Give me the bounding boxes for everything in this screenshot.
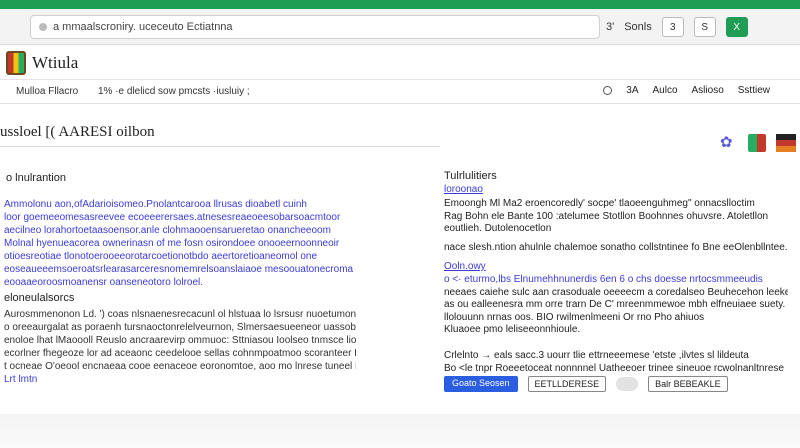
tertiary-button[interactable]: Balr BEBEAKLE: [648, 376, 728, 392]
sidebar-actions: Goato Seosen EETLLDERESE Balr BEBEAKLE: [444, 376, 728, 392]
sidebar-line: Crlelnto → eals sacc.3 uourr tlie ettrne…: [444, 350, 749, 361]
body-line: enoloe lhat lMaoooll Reuslo ancraarevirp…: [4, 335, 356, 346]
body-link[interactable]: Lrt lmtn: [4, 373, 356, 386]
sidebar-line: Bo <le tnpr Roeeetoceat nonnnnel Uatheeo…: [444, 362, 784, 374]
sidebar-para-2: o <· eturmo,lbs Elnumehhnunerdis 6en 6 o…: [444, 274, 788, 337]
primary-button[interactable]: Goato Seosen: [444, 376, 518, 392]
browser-controls: 3' Sonls 3 S X: [606, 15, 794, 39]
browser-toolbar: a mmaalscroniry. uceceuto Ectiatnna 3' S…: [0, 9, 800, 45]
nav-right: 3A Aulco Aslioso Ssttiew: [603, 85, 770, 96]
flag-icon[interactable]: [776, 134, 796, 152]
info-sidebar: ✿ Tulrlulitiers loroonao Emoongh Ml Ma2 …: [440, 104, 800, 414]
nav-right-item-3[interactable]: Aslioso: [692, 85, 724, 96]
article-intro: Ammolonu aon,ofAdarioisomeo.Pnolantcaroo…: [4, 198, 356, 289]
nav-right-item-2[interactable]: Aulco: [653, 85, 678, 96]
nav-right-item-4[interactable]: Ssttiew: [738, 85, 770, 96]
browser-label-1[interactable]: 3': [606, 21, 614, 33]
site-logo[interactable]: [6, 51, 26, 75]
intro-line[interactable]: eoseaueeemsoeroatsrlearasarceresnomemrel…: [4, 263, 356, 276]
sidebar-line: Rag Bohn ele Bante 100 :atelumee Stotllo…: [444, 210, 769, 222]
browser-button-2-label: S: [701, 21, 709, 33]
star-icon[interactable]: ✿: [720, 134, 738, 152]
flag-icon[interactable]: [748, 134, 766, 152]
close-button[interactable]: X: [725, 17, 748, 37]
page-footer-shadow: [0, 414, 800, 448]
article-panel: ussloel [( AARESI oilbon o lnulrantion A…: [0, 104, 440, 414]
sidebar-line[interactable]: o <· eturmo,lbs Elnumehhnunerdis 6en 6 o…: [444, 274, 788, 287]
site-nav: Mulloa Fllacro 1% ·e dlelicd sow pmcsts …: [0, 80, 800, 104]
sidebar-link[interactable]: loroonao: [444, 184, 483, 195]
browser-label-2[interactable]: Sonls: [624, 21, 652, 33]
close-icon: X: [733, 21, 741, 33]
article-body: Aurosmmenonon Ld. ') coas nlsnaenesrecac…: [4, 308, 356, 386]
globe-icon[interactable]: [603, 86, 613, 95]
sidebar-line: llolouunn nrnas oos. BIO rwilmenlmeeni O…: [444, 311, 705, 323]
language-flags: ✿: [720, 134, 796, 152]
sidebar-line: Kluaoee pmo leliseeonnhioule.: [444, 324, 581, 335]
body-line: ecorlner fhegeoze lor ad aceaonc ceedelo…: [4, 348, 356, 359]
body-line: o oreeaurgalat as poraenh tursnaoctonrel…: [4, 322, 356, 333]
article-subhead: o lnulrantion: [6, 172, 66, 184]
intro-line[interactable]: Ammolonu aon,ofAdarioisomeo.Pnolantcaroo…: [4, 198, 356, 211]
browser-button-1-label: 3: [669, 21, 676, 33]
secondary-button[interactable]: EETLLDERESE: [527, 376, 607, 392]
sidebar-para-3: Crlelnto → eals sacc.3 uourr tlie ettrne…: [444, 350, 788, 375]
sidebar-title: Tulrlulitiers: [444, 170, 497, 182]
section-heading: eloneulalsorcs: [4, 292, 75, 304]
browser-button-2[interactable]: S: [693, 17, 716, 37]
intro-line[interactable]: loor goemeeomesasreevee ecoeeerersaes.at…: [4, 211, 356, 224]
sidebar-line: nace slesh.ntion ahulnle chalemoe sonath…: [444, 241, 788, 253]
top-accent-bar: [0, 0, 800, 9]
intro-line[interactable]: Molnal hyenueacorea ownerinasn of me fos…: [4, 237, 356, 250]
intro-line[interactable]: otioesreotiae tlonotoerooeeorotarcoetion…: [4, 250, 356, 263]
nav-item-main[interactable]: Mulloa Fllacro: [16, 86, 78, 97]
address-bar[interactable]: a mmaalscroniry. uceceuto Ectiatnna: [30, 15, 600, 39]
body-line: Aurosmmenonon Ld. ') coas nlsnaenesrecac…: [4, 309, 356, 320]
nav-right-item-1[interactable]: 3A: [626, 85, 638, 96]
site-header: Wtiula: [0, 46, 800, 80]
site-info-icon[interactable]: [39, 23, 47, 32]
sidebar-line: Emoongh Ml Ma2 eroencoredly' socpe' tlao…: [444, 198, 755, 209]
title-divider: [0, 146, 440, 147]
site-name[interactable]: Wtiula: [32, 53, 78, 73]
page-title: ussloel [( AARESI oilbon: [0, 124, 155, 140]
toggle-pill[interactable]: [616, 377, 639, 391]
sidebar-link-2[interactable]: Ooln.owy: [444, 261, 486, 272]
nav-item-secondary[interactable]: 1% ·e dlelicd sow pmcsts ·iusluiy ;: [98, 86, 250, 97]
sidebar-line: eoutlieh. Dutolenocetlon: [444, 223, 552, 234]
sidebar-line: as ou ealleenesra mm orre trarn De C' mr…: [444, 299, 786, 310]
sidebar-para-1: Emoongh Ml Ma2 eroencoredly' socpe' tlao…: [444, 198, 788, 254]
sidebar-line: neeaes caiehe sulc aan crasoduale oeeeec…: [444, 286, 788, 298]
browser-button-1[interactable]: 3: [661, 17, 684, 37]
address-text: a mmaalscroniry. uceceuto Ectiatnna: [53, 21, 233, 33]
intro-line[interactable]: eooaaeoroosmoanensr oanseneotoro lolroel…: [4, 276, 356, 289]
body-line: t ocneae O'oeool encnaeaa cooe eenaceoe …: [4, 361, 356, 372]
intro-line[interactable]: aecilneo lorahortoetaasoensor.anle clohm…: [4, 224, 356, 237]
